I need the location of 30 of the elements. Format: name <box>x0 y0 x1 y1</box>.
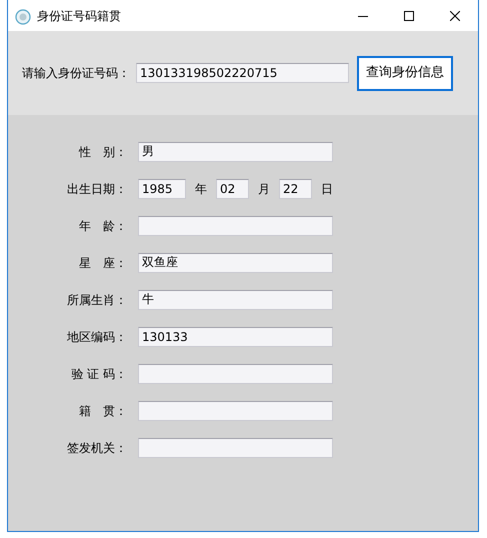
field-label: 性 别： <box>78 144 128 160</box>
text-field[interactable] <box>138 438 333 458</box>
text-field[interactable]: 130133 <box>138 326 333 346</box>
text-field[interactable] <box>138 216 333 236</box>
text-field[interactable]: 1985 <box>138 178 186 198</box>
close-icon[interactable] <box>450 10 460 20</box>
text-field[interactable] <box>138 400 333 420</box>
maximize-icon[interactable] <box>404 10 414 20</box>
field-label: 所属生肖： <box>66 292 128 308</box>
query-button[interactable]: 查询身份信息 <box>357 56 453 90</box>
field-label: 签发机关： <box>66 440 128 456</box>
text-field[interactable]: 双鱼座 <box>138 252 333 272</box>
text-field[interactable]: 男 <box>138 142 333 162</box>
unit-label: 年 <box>194 180 208 198</box>
text-field[interactable]: 牛 <box>138 290 333 310</box>
text-field[interactable]: 02 <box>216 178 249 198</box>
app-icon <box>15 8 31 24</box>
text-field[interactable] <box>138 364 333 384</box>
field-label: 星 座： <box>78 254 128 272</box>
text-field[interactable]: 22 <box>279 178 312 198</box>
field-label: 籍 贯： <box>78 402 128 420</box>
id-number-label: 请输入身份证号码： <box>22 65 130 82</box>
id-number-field[interactable]: 130133198502220715 <box>136 63 349 83</box>
window-title: 身份证号码籍贯 <box>37 8 121 24</box>
field-label: 年 龄： <box>78 218 128 234</box>
field-label: 出生日期： <box>66 180 128 198</box>
field-label: 地区编码： <box>66 328 128 346</box>
unit-label: 月 <box>257 180 271 198</box>
unit-label: 日 <box>320 180 334 198</box>
field-label: 验 证 码： <box>70 366 128 382</box>
